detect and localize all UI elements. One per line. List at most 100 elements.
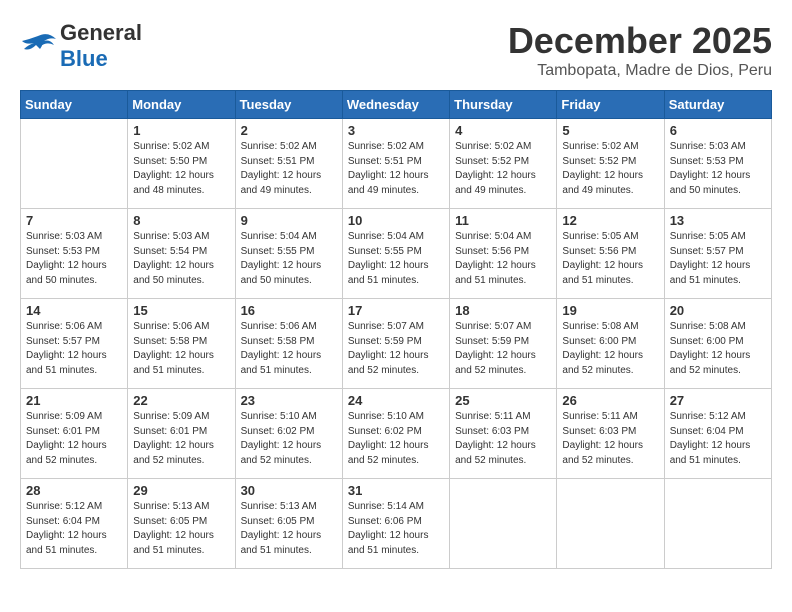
calendar-week-2: 7Sunrise: 5:03 AM Sunset: 5:53 PM Daylig… [21, 209, 772, 299]
day-info: Sunrise: 5:11 AM Sunset: 6:03 PM Dayligh… [455, 410, 551, 468]
subtitle: Tambopata, Madre de Dios, Peru [508, 62, 772, 80]
day-info: Sunrise: 5:06 AM Sunset: 5:58 PM Dayligh… [133, 320, 229, 378]
day-number: 25 [455, 393, 551, 408]
calendar-cell: 10Sunrise: 5:04 AM Sunset: 5:55 PM Dayli… [342, 209, 449, 299]
day-info: Sunrise: 5:03 AM Sunset: 5:54 PM Dayligh… [133, 230, 229, 288]
calendar-cell: 21 Sunrise: 5:09 AM Sunset: 6:01 PM Dayli… [21, 389, 128, 479]
calendar-header-tuesday: Tuesday [235, 91, 342, 119]
calendar-cell: 17 Sunrise: 5:07 AM Sunset: 5:59 PM Dayli… [342, 299, 449, 389]
calendar-week-1: 1 Sunrise: 5:02 AM Sunset: 5:50 PM Daylig… [21, 119, 772, 209]
day-info: Sunrise: 5:03 AM Sunset: 5:53 PM Dayligh… [670, 140, 766, 198]
day-number: 10 [348, 213, 444, 228]
calendar-cell [557, 479, 664, 569]
calendar-cell: 12Sunrise: 5:05 AM Sunset: 5:56 PM Dayli… [557, 209, 664, 299]
day-number: 27 [670, 393, 766, 408]
day-number: 24 [348, 393, 444, 408]
day-number: 19 [562, 303, 658, 318]
day-info: Sunrise: 5:10 AM Sunset: 6:02 PM Dayligh… [241, 410, 337, 468]
logo: General Blue [20, 20, 142, 72]
logo-blue: Blue [60, 46, 108, 71]
day-info: Sunrise: 5:11 AM Sunset: 6:03 PM Dayligh… [562, 410, 658, 468]
calendar-cell: 29 Sunrise: 5:13 AM Sunset: 6:05 PM Dayli… [128, 479, 235, 569]
day-number: 20 [670, 303, 766, 318]
day-number: 22 [133, 393, 229, 408]
day-info: Sunrise: 5:08 AM Sunset: 6:00 PM Dayligh… [670, 320, 766, 378]
day-number: 23 [241, 393, 337, 408]
day-number: 13 [670, 213, 766, 228]
calendar-cell: 8Sunrise: 5:03 AM Sunset: 5:54 PM Daylig… [128, 209, 235, 299]
day-number: 12 [562, 213, 658, 228]
day-info: Sunrise: 5:13 AM Sunset: 6:05 PM Dayligh… [241, 500, 337, 558]
calendar-cell: 28 Sunrise: 5:12 AM Sunset: 6:04 PM Dayli… [21, 479, 128, 569]
day-number: 17 [348, 303, 444, 318]
calendar-week-3: 14Sunrise: 5:06 AM Sunset: 5:57 PM Dayli… [21, 299, 772, 389]
day-number: 21 [26, 393, 122, 408]
day-number: 29 [133, 483, 229, 498]
calendar-cell [664, 479, 771, 569]
calendar-cell: 2 Sunrise: 5:02 AM Sunset: 5:51 PM Daylig… [235, 119, 342, 209]
calendar-cell [21, 119, 128, 209]
day-info: Sunrise: 5:14 AM Sunset: 6:06 PM Dayligh… [348, 500, 444, 558]
day-number: 11 [455, 213, 551, 228]
day-info: Sunrise: 5:02 AM Sunset: 5:50 PM Dayligh… [133, 140, 229, 198]
day-number: 30 [241, 483, 337, 498]
day-info: Sunrise: 5:03 AM Sunset: 5:53 PM Dayligh… [26, 230, 122, 288]
calendar-cell: 9 Sunrise: 5:04 AM Sunset: 5:55 PM Daylig… [235, 209, 342, 299]
day-number: 4 [455, 123, 551, 138]
calendar-cell: 15 Sunrise: 5:06 AM Sunset: 5:58 PM Dayli… [128, 299, 235, 389]
day-info: Sunrise: 5:04 AM Sunset: 5:55 PM Dayligh… [241, 230, 337, 288]
day-info: Sunrise: 5:10 AM Sunset: 6:02 PM Dayligh… [348, 410, 444, 468]
day-number: 3 [348, 123, 444, 138]
day-info: Sunrise: 5:09 AM Sunset: 6:01 PM Dayligh… [26, 410, 122, 468]
day-number: 26 [562, 393, 658, 408]
calendar-header-row: SundayMondayTuesdayWednesdayThursdayFrid… [21, 91, 772, 119]
day-number: 2 [241, 123, 337, 138]
day-info: Sunrise: 5:12 AM Sunset: 6:04 PM Dayligh… [670, 410, 766, 468]
calendar-header-sunday: Sunday [21, 91, 128, 119]
calendar-week-5: 28 Sunrise: 5:12 AM Sunset: 6:04 PM Dayli… [21, 479, 772, 569]
calendar-cell: 13 Sunrise: 5:05 AM Sunset: 5:57 PM Dayli… [664, 209, 771, 299]
calendar-cell: 3 Sunrise: 5:02 AM Sunset: 5:51 PM Daylig… [342, 119, 449, 209]
calendar-cell: 16Sunrise: 5:06 AM Sunset: 5:58 PM Dayli… [235, 299, 342, 389]
calendar-header-wednesday: Wednesday [342, 91, 449, 119]
calendar-header-friday: Friday [557, 91, 664, 119]
calendar-cell: 24 Sunrise: 5:10 AM Sunset: 6:02 PM Dayli… [342, 389, 449, 479]
calendar-cell: 23 Sunrise: 5:10 AM Sunset: 6:02 PM Dayli… [235, 389, 342, 479]
calendar-header-saturday: Saturday [664, 91, 771, 119]
calendar-cell: 22 Sunrise: 5:09 AM Sunset: 6:01 PM Dayli… [128, 389, 235, 479]
day-info: Sunrise: 5:02 AM Sunset: 5:52 PM Dayligh… [562, 140, 658, 198]
calendar-cell: 18Sunrise: 5:07 AM Sunset: 5:59 PM Dayli… [450, 299, 557, 389]
day-info: Sunrise: 5:05 AM Sunset: 5:57 PM Dayligh… [670, 230, 766, 288]
calendar-cell: 25 Sunrise: 5:11 AM Sunset: 6:03 PM Dayli… [450, 389, 557, 479]
day-info: Sunrise: 5:02 AM Sunset: 5:51 PM Dayligh… [241, 140, 337, 198]
day-info: Sunrise: 5:13 AM Sunset: 6:05 PM Dayligh… [133, 500, 229, 558]
calendar-cell: 19Sunrise: 5:08 AM Sunset: 6:00 PM Dayli… [557, 299, 664, 389]
calendar-table: SundayMondayTuesdayWednesdayThursdayFrid… [20, 90, 772, 569]
day-number: 5 [562, 123, 658, 138]
calendar-cell: 14Sunrise: 5:06 AM Sunset: 5:57 PM Dayli… [21, 299, 128, 389]
calendar-cell [450, 479, 557, 569]
day-info: Sunrise: 5:04 AM Sunset: 5:56 PM Dayligh… [455, 230, 551, 288]
day-number: 28 [26, 483, 122, 498]
day-number: 15 [133, 303, 229, 318]
day-info: Sunrise: 5:07 AM Sunset: 5:59 PM Dayligh… [348, 320, 444, 378]
calendar-cell: 30 Sunrise: 5:13 AM Sunset: 6:05 PM Dayli… [235, 479, 342, 569]
calendar-header-monday: Monday [128, 91, 235, 119]
month-title: December 2025 [508, 20, 772, 62]
day-number: 1 [133, 123, 229, 138]
day-info: Sunrise: 5:02 AM Sunset: 5:51 PM Dayligh… [348, 140, 444, 198]
logo-general: General [60, 20, 142, 45]
title-area: December 2025 Tambopata, Madre de Dios, … [508, 20, 772, 80]
day-number: 18 [455, 303, 551, 318]
calendar-week-4: 21 Sunrise: 5:09 AM Sunset: 6:01 PM Dayli… [21, 389, 772, 479]
calendar-cell: 7Sunrise: 5:03 AM Sunset: 5:53 PM Daylig… [21, 209, 128, 299]
calendar-cell: 31Sunrise: 5:14 AM Sunset: 6:06 PM Dayli… [342, 479, 449, 569]
day-number: 9 [241, 213, 337, 228]
day-info: Sunrise: 5:09 AM Sunset: 6:01 PM Dayligh… [133, 410, 229, 468]
calendar-cell: 1 Sunrise: 5:02 AM Sunset: 5:50 PM Daylig… [128, 119, 235, 209]
day-number: 16 [241, 303, 337, 318]
calendar-header-thursday: Thursday [450, 91, 557, 119]
header: General Blue December 2025 Tambopata, Ma… [20, 20, 772, 80]
day-number: 6 [670, 123, 766, 138]
day-info: Sunrise: 5:12 AM Sunset: 6:04 PM Dayligh… [26, 500, 122, 558]
